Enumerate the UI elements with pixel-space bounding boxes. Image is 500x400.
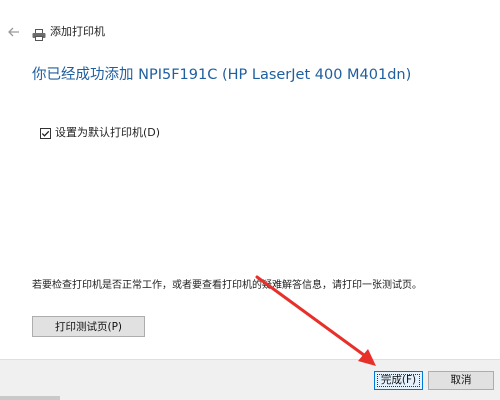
printer-icon [32, 26, 46, 41]
print-test-page-button[interactable]: 打印测试页(P) [32, 316, 145, 337]
test-page-info-text: 若要检查打印机是否正常工作，或者要查看打印机的疑难解答信息，请打印一张测试页。 [32, 280, 422, 291]
bottom-edge-strip [0, 396, 60, 400]
page-heading: 你已经成功添加 NPI5F191C (HP LaserJet 400 M401d… [32, 67, 412, 83]
checkmark-icon [41, 130, 50, 137]
finish-button[interactable]: 完成(F) [374, 371, 423, 390]
add-printer-dialog: 添加打印机 你已经成功添加 NPI5F191C (HP LaserJet 400… [0, 0, 500, 400]
default-printer-checkbox[interactable] [40, 127, 51, 139]
cancel-button[interactable]: 取消 [428, 371, 494, 390]
default-printer-label[interactable]: 设置为默认打印机(D) [55, 126, 160, 140]
red-annotation-arrow [255, 275, 376, 366]
dialog-footer [0, 359, 500, 400]
window-title: 添加打印机 [50, 25, 105, 38]
back-arrow-icon[interactable] [6, 24, 22, 40]
default-printer-option[interactable]: 设置为默认打印机(D) [40, 126, 160, 140]
